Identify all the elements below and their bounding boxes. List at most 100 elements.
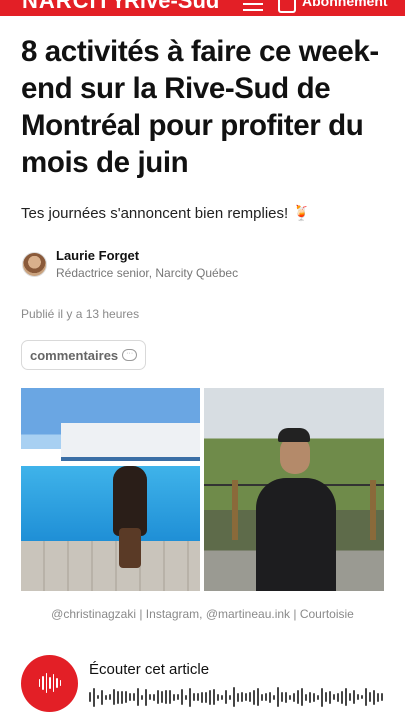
article-headline: 8 activités à faire ce week-end sur la R… — [21, 35, 379, 179]
waveform-bar — [361, 695, 363, 699]
waveform-bar — [333, 694, 335, 700]
photo-person-shape — [256, 478, 336, 591]
waveform-bar — [317, 694, 319, 700]
waveform-bar — [245, 693, 247, 701]
waveform-bar — [369, 692, 371, 702]
top-nav-bar: NARCITY Rive-Sud Abonnement — [0, 0, 405, 16]
photo-deck-shape — [21, 541, 200, 591]
waveform-bar — [285, 691, 287, 703]
waveform-bar — [117, 690, 119, 704]
waveform-bar — [89, 692, 91, 702]
waveform-bar — [241, 692, 243, 702]
author-avatar[interactable] — [22, 251, 47, 277]
account-label: Abonnement — [302, 0, 388, 9]
waveform-bar — [229, 694, 231, 700]
waveform-bar — [381, 693, 383, 701]
waveform-bar — [337, 692, 339, 702]
author-name[interactable]: Laurie Forget — [56, 248, 238, 263]
waveform-bar — [177, 694, 179, 700]
waveform-bar — [169, 690, 171, 704]
waveform-bar — [157, 690, 159, 704]
waveform-bar — [297, 690, 299, 704]
photo-building-shape — [61, 423, 200, 461]
audio-player — [21, 655, 78, 712]
waveform-bar — [309, 691, 311, 703]
waveform-bar — [377, 692, 379, 702]
waveform-bar — [161, 691, 163, 703]
comment-bubble-icon: ··· — [122, 349, 138, 361]
waveform-bar — [189, 687, 191, 707]
waveform-bar — [129, 693, 131, 701]
waveform-bar — [305, 693, 307, 701]
waveform-bar — [165, 690, 167, 704]
waveform-bar — [325, 692, 327, 702]
section-title[interactable]: Rive-Sud — [124, 0, 219, 14]
waveform-bar — [269, 691, 271, 703]
waveform-bar — [137, 688, 139, 706]
waveform-bar — [109, 694, 111, 700]
audio-play-button[interactable] — [21, 655, 78, 712]
audio-waveform-icon — [39, 672, 61, 694]
waveform-bar — [341, 690, 343, 704]
waveform-bar — [237, 692, 239, 702]
waveform-bar — [349, 693, 351, 701]
waveform-bar — [293, 692, 295, 702]
waveform-bar — [365, 688, 367, 706]
waveform-bar — [145, 688, 147, 706]
waveform-bar — [261, 693, 263, 701]
article-photo-pool — [21, 388, 200, 591]
photo-person-legs-shape — [119, 528, 141, 568]
waveform-bar — [281, 692, 283, 702]
audio-waveform[interactable] — [89, 686, 385, 708]
brand-logo[interactable]: NARCITY — [22, 0, 127, 14]
photo-post-shape — [232, 480, 238, 540]
waveform-bar — [209, 689, 211, 705]
waveform-bar — [225, 690, 227, 704]
article-subhead: Tes journées s'annoncent bien remplies! … — [21, 205, 312, 222]
photo-pool-shape — [21, 466, 200, 541]
waveform-bar — [153, 693, 155, 701]
waveform-bar — [313, 692, 315, 702]
comments-label: commentaires — [30, 347, 119, 363]
waveform-bar — [289, 694, 291, 700]
waveform-bar — [233, 687, 235, 707]
author-role: Rédactrice senior, Narcity Québec — [56, 266, 239, 280]
waveform-bar — [193, 693, 195, 701]
account-button[interactable]: Abonnement — [278, 0, 388, 13]
waveform-bar — [321, 687, 323, 707]
waveform-bar — [201, 691, 203, 703]
photo-person-shape — [113, 466, 147, 536]
author-byline[interactable]: Laurie Forget Rédactrice senior, Narcity… — [22, 248, 238, 280]
waveform-bar — [213, 689, 215, 705]
published-time: Publié il y a 13 heures — [21, 307, 140, 321]
audio-title: Écouter cet article — [89, 661, 210, 678]
hamburger-menu-icon[interactable] — [243, 1, 263, 15]
photo-person-cap-shape — [278, 428, 310, 442]
waveform-bar — [173, 693, 175, 701]
waveform-bar — [101, 689, 103, 705]
waveform-bar — [265, 693, 267, 701]
waveform-bar — [301, 688, 303, 706]
waveform-bar — [373, 689, 375, 705]
waveform-bar — [181, 689, 183, 705]
waveform-bar — [221, 694, 223, 700]
photo-post-shape — [370, 480, 376, 540]
waveform-bar — [125, 691, 127, 703]
waveform-bar — [141, 694, 143, 700]
waveform-bar — [121, 690, 123, 704]
waveform-bar — [185, 694, 187, 700]
waveform-bar — [217, 693, 219, 701]
waveform-bar — [257, 688, 259, 706]
waveform-bar — [113, 689, 115, 705]
waveform-bar — [197, 693, 199, 701]
waveform-bar — [345, 688, 347, 706]
waveform-bar — [353, 690, 355, 704]
waveform-bar — [329, 690, 331, 704]
article-photo-minigolf — [204, 388, 384, 591]
waveform-bar — [205, 691, 207, 703]
image-caption: @christinagzaki | Instagram, @martineau.… — [51, 607, 354, 621]
waveform-bar — [273, 694, 275, 700]
waveform-bar — [249, 692, 251, 702]
waveform-bar — [133, 693, 135, 701]
comments-button[interactable]: commentaires ··· — [21, 340, 147, 370]
